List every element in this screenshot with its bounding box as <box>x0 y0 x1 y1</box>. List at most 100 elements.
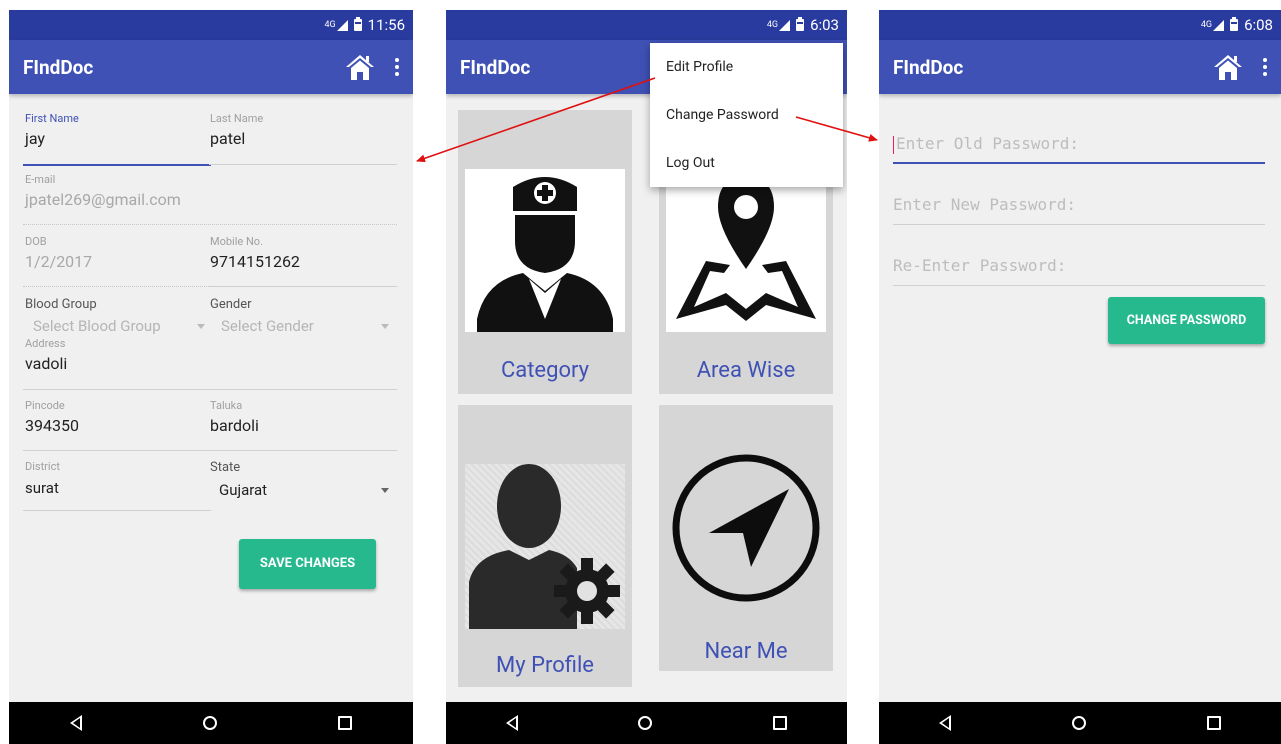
state-spinner[interactable]: Gujarat <box>219 481 267 499</box>
near-me-label: Near Me <box>704 639 788 664</box>
mobile-underline <box>209 286 397 287</box>
home-circle-icon[interactable] <box>202 716 217 730</box>
overflow-menu: Edit Profile Change Password Log Out <box>650 43 843 187</box>
app-title: FIndDoc <box>893 55 964 79</box>
doctor-icon <box>477 177 613 332</box>
system-nav-bar <box>879 702 1281 744</box>
reenter-password-underline <box>893 285 1265 286</box>
menu-item-change-password[interactable]: Change Password <box>650 91 843 139</box>
district-underline <box>23 510 211 511</box>
status-bar: 4G 6:08 <box>879 10 1281 40</box>
old-password-underline <box>893 162 1265 164</box>
blood-group-label: Blood Group <box>25 297 97 312</box>
menu-item-log-out[interactable]: Log Out <box>650 139 843 187</box>
last-name-field[interactable]: Last Name patel <box>210 112 263 148</box>
reenter-password-placeholder: Re-Enter Password: <box>893 256 1067 275</box>
area-wise-image <box>666 169 826 332</box>
email-field: E-mail jpatel269@gmail.com <box>25 173 181 209</box>
overflow-menu-icon[interactable] <box>395 58 399 76</box>
pincode-underline <box>23 450 211 451</box>
home-circle-icon[interactable] <box>1071 716 1086 730</box>
pincode-value[interactable]: 394350 <box>25 416 79 435</box>
state-label: State <box>210 460 241 475</box>
last-name-label: Last Name <box>210 112 264 125</box>
save-changes-button[interactable]: SAVE CHANGES <box>239 539 376 589</box>
new-password-input[interactable]: Enter New Password: <box>893 195 1265 214</box>
mobile-field[interactable]: Mobile No. 9714151262 <box>210 235 300 271</box>
category-image <box>465 169 625 332</box>
status-time: 6:08 <box>1244 16 1273 34</box>
gender-dropdown-icon[interactable] <box>381 324 389 329</box>
change-password-screen: 4G 6:08 FIndDoc Enter Old Password: Ente… <box>879 10 1281 744</box>
back-icon[interactable] <box>69 715 82 731</box>
menu-item-edit-profile[interactable]: Edit Profile <box>650 43 843 91</box>
navigation-icon <box>672 454 820 602</box>
my-profile-image <box>465 464 625 629</box>
dashboard-screen: 4G 6:03 FIndDoc Category Area Wise My Pr… <box>446 10 847 744</box>
change-password-button[interactable]: CHANGE PASSWORD <box>1108 297 1265 344</box>
app-title: FIndDoc <box>23 55 94 79</box>
my-profile-tile[interactable]: My Profile <box>458 405 632 687</box>
category-tile[interactable]: Category <box>458 110 632 394</box>
taluka-value[interactable]: bardoli <box>210 416 259 435</box>
dob-field[interactable]: DOB 1/2/2017 <box>25 235 92 271</box>
my-profile-label: My Profile <box>496 653 594 678</box>
email-label: E-mail <box>25 173 56 186</box>
district-field[interactable]: District surat <box>25 460 60 497</box>
mobile-value[interactable]: 9714151262 <box>210 252 300 271</box>
system-nav-bar <box>9 702 413 744</box>
category-label: Category <box>500 358 590 383</box>
first-name-value[interactable]: jay <box>25 129 79 148</box>
email-underline <box>23 224 397 225</box>
gender-field: Gender <box>210 297 252 312</box>
new-password-underline <box>893 224 1265 225</box>
battery-icon <box>796 17 805 31</box>
first-name-field[interactable]: First Name jay <box>25 112 79 148</box>
last-name-value[interactable]: patel <box>210 129 263 148</box>
blood-group-field: Blood Group <box>25 297 97 312</box>
state-dropdown-icon[interactable] <box>381 488 389 493</box>
recent-apps-icon[interactable] <box>1206 716 1221 730</box>
old-password-placeholder: Enter Old Password: <box>896 134 1080 153</box>
reenter-password-input[interactable]: Re-Enter Password: <box>893 256 1265 275</box>
network-indicator: 4G <box>767 19 791 31</box>
address-label: Address <box>25 337 66 350</box>
area-wise-label: Area Wise <box>696 358 796 383</box>
gender-label: Gender <box>210 297 252 312</box>
address-value[interactable]: vadoli <box>25 354 67 373</box>
signal-icon <box>779 19 791 31</box>
user-settings-icon <box>469 464 620 629</box>
app-bar: FIndDoc <box>9 40 413 94</box>
status-bar: 4G 6:03 <box>446 10 847 40</box>
state-field: State <box>210 460 240 475</box>
home-icon[interactable] <box>1213 53 1243 81</box>
home-icon[interactable] <box>345 53 375 81</box>
back-icon[interactable] <box>939 715 952 731</box>
back-icon[interactable] <box>506 715 519 731</box>
gender-spinner[interactable]: Select Gender <box>221 317 314 335</box>
last-name-underline <box>209 164 397 165</box>
map-pin-icon <box>676 177 816 321</box>
old-password-input[interactable]: Enter Old Password: <box>893 134 1265 154</box>
app-bar: FIndDoc <box>879 40 1281 94</box>
address-field[interactable]: Address vadoli <box>25 337 67 373</box>
signal-icon <box>336 19 348 31</box>
taluka-underline <box>209 450 397 451</box>
home-circle-icon[interactable] <box>638 716 653 730</box>
dob-label: DOB <box>25 235 47 248</box>
blood-group-spinner[interactable]: Select Blood Group <box>33 317 161 335</box>
status-time: 11:56 <box>367 16 405 34</box>
recent-apps-icon[interactable] <box>772 716 787 730</box>
edit-profile-screen: 4G 11:56 FIndDoc First Name jay Last Nam… <box>9 10 413 744</box>
district-value[interactable]: surat <box>25 479 60 497</box>
dob-value[interactable]: 1/2/2017 <box>25 252 92 271</box>
recent-apps-icon[interactable] <box>338 716 353 730</box>
new-password-placeholder: Enter New Password: <box>893 195 1077 214</box>
near-me-tile[interactable]: Near Me <box>659 405 833 671</box>
taluka-field[interactable]: Taluka bardoli <box>210 399 259 435</box>
pincode-label: Pincode <box>25 399 65 412</box>
blood-group-dropdown-icon[interactable] <box>197 324 205 329</box>
overflow-menu-icon[interactable] <box>1263 58 1267 76</box>
pincode-field[interactable]: Pincode 394350 <box>25 399 79 435</box>
email-value: jpatel269@gmail.com <box>25 190 181 209</box>
